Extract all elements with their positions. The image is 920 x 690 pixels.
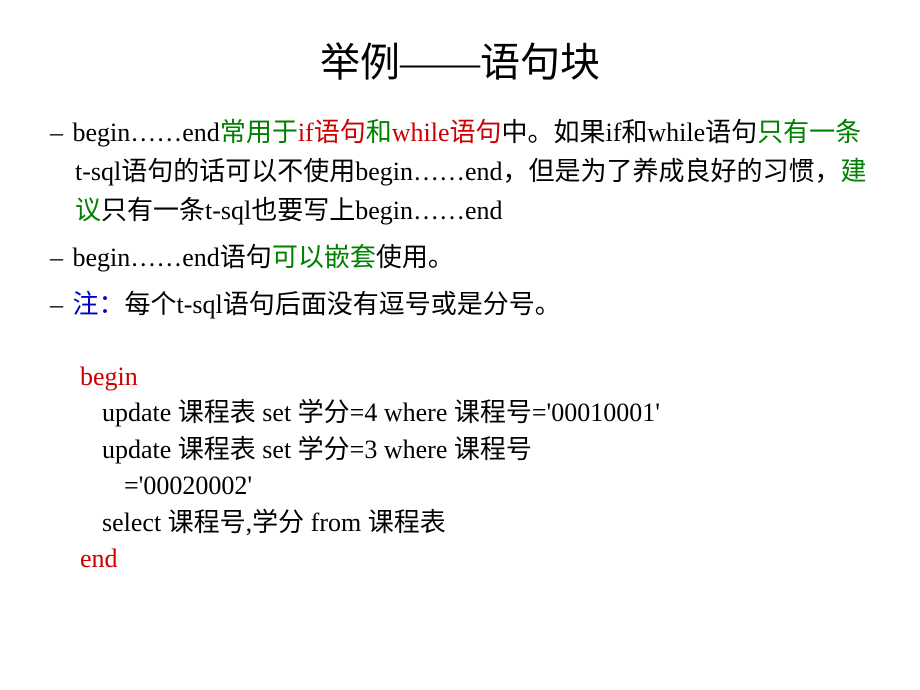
text-segment-green: 只有一条 bbox=[757, 118, 861, 147]
code-block: begin update 课程表 set 学分=4 where 课程号='000… bbox=[50, 359, 870, 577]
bullet-1: begin……end常用于if语句和while语句中。如果if和while语句只… bbox=[50, 113, 870, 230]
text-segment-red: if语句 bbox=[298, 118, 366, 147]
slide-title: 举例——语句块 bbox=[50, 30, 870, 88]
code-line: update 课程表 set 学分=3 where 课程号 bbox=[80, 432, 870, 468]
text-segment: begin……end bbox=[73, 118, 220, 147]
bullet-2: begin……end语句可以嵌套使用。 bbox=[50, 238, 870, 277]
text-segment: 每个t-sql语句后面没有逗号或是分号。 bbox=[125, 290, 561, 319]
text-segment-green: 可以嵌套 bbox=[272, 243, 376, 272]
bullet-3: 注：每个t-sql语句后面没有逗号或是分号。 bbox=[50, 285, 870, 324]
text-segment-green: 常用于 bbox=[220, 118, 298, 147]
code-line: ='00020002' bbox=[80, 468, 870, 504]
text-segment-red: while语句 bbox=[392, 118, 502, 147]
text-segment: 中。如果if和while语句 bbox=[502, 118, 758, 147]
text-segment-green: 和 bbox=[366, 118, 392, 147]
code-begin-keyword: begin bbox=[80, 359, 870, 395]
text-segment-blue: 注： bbox=[73, 290, 125, 319]
text-segment: begin……end语句 bbox=[73, 243, 272, 272]
text-segment: 使用。 bbox=[376, 243, 454, 272]
text-segment: t-sql语句的话可以不使用begin……end，但是为了养成良好的习惯， bbox=[75, 157, 841, 186]
code-line: update 课程表 set 学分=4 where 课程号='00010001' bbox=[80, 395, 870, 431]
code-end-keyword: end bbox=[80, 541, 870, 577]
text-segment: 只有一条t-sql也要写上begin……end bbox=[101, 196, 503, 225]
code-line: select 课程号,学分 from 课程表 bbox=[80, 505, 870, 541]
